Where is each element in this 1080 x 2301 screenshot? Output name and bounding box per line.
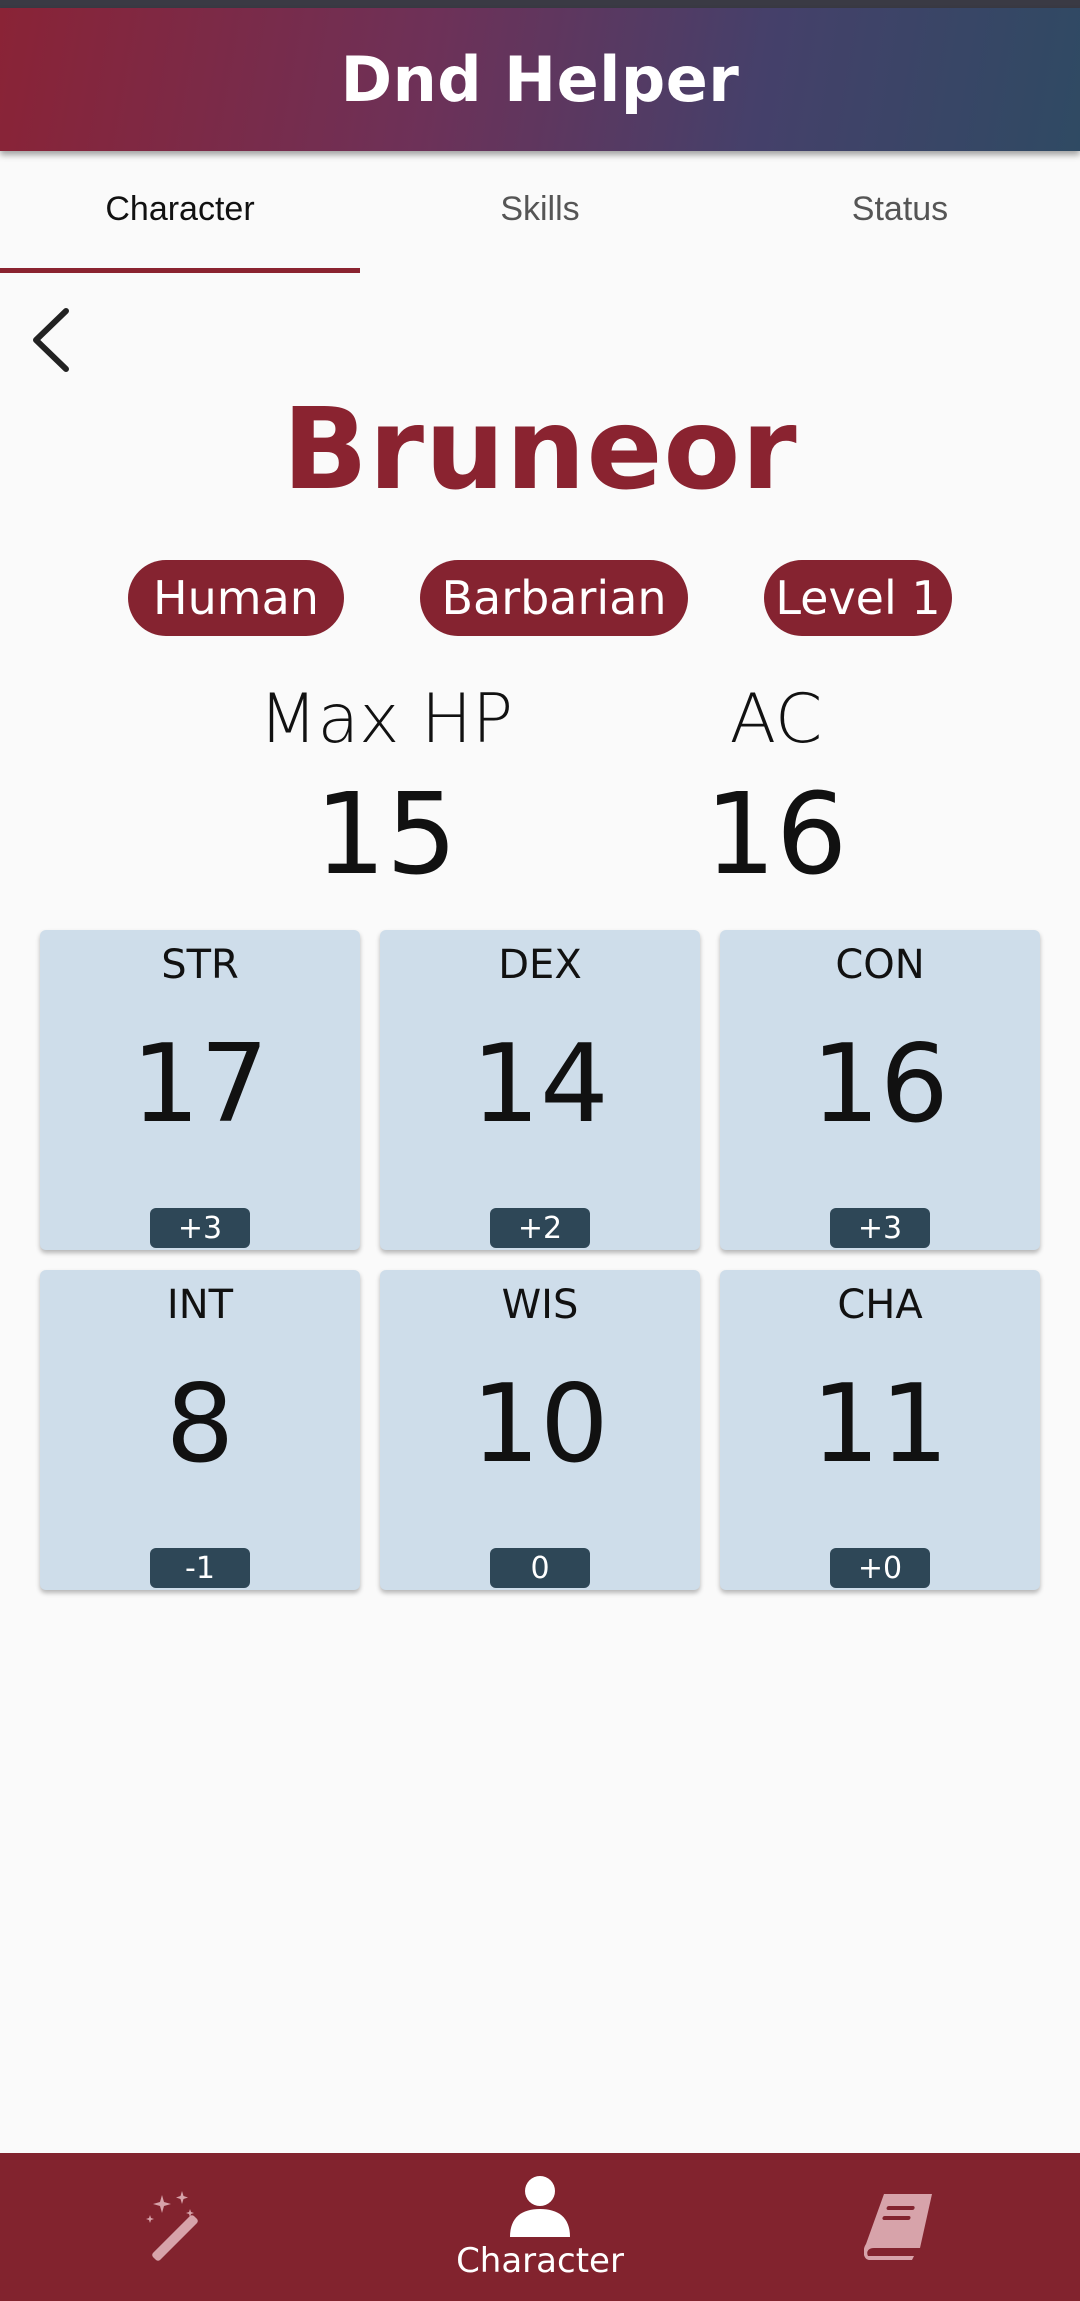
- ability-name: STR: [161, 942, 239, 988]
- race-chip: Human: [128, 560, 344, 636]
- ac-value: 16: [704, 770, 848, 900]
- chevron-left-icon: [33, 308, 69, 372]
- level-chip: Level 1: [764, 560, 952, 636]
- ability-score: 17: [131, 1022, 269, 1147]
- character-name: Bruneor: [282, 385, 798, 515]
- ability-card-dex[interactable]: DEX 14 +2: [380, 930, 700, 1250]
- tab-status[interactable]: Status: [720, 151, 1080, 273]
- tab-indicator: [0, 268, 360, 273]
- tab-character[interactable]: Character: [0, 151, 360, 273]
- book-icon: [864, 2194, 932, 2260]
- ability-card-int[interactable]: INT 8 -1: [40, 1270, 360, 1590]
- tab-skills-label: Skills: [500, 189, 580, 228]
- nav-item-journal[interactable]: [720, 2153, 1080, 2301]
- ability-name: CHA: [837, 1282, 923, 1328]
- ability-name: INT: [166, 1282, 234, 1328]
- ability-card-cha[interactable]: CHA 11 +0: [720, 1270, 1040, 1590]
- magic-wand-icon: [146, 2191, 198, 2261]
- nav-item-spells[interactable]: [0, 2153, 360, 2301]
- tab-status-label: Status: [851, 189, 949, 228]
- person-icon: [510, 2176, 570, 2237]
- status-strip: [0, 0, 1080, 8]
- max-hp-value: 15: [314, 770, 458, 900]
- bottom-navigation: Character: [0, 2153, 1080, 2301]
- ability-name: CON: [835, 942, 925, 988]
- ability-score: 10: [471, 1362, 609, 1487]
- ability-name: WIS: [501, 1282, 579, 1328]
- ability-modifier-badge: +2: [490, 1208, 590, 1248]
- ability-modifier-badge: 0: [490, 1548, 590, 1588]
- class-chip: Barbarian: [420, 560, 688, 636]
- ability-card-str[interactable]: STR 17 +3: [40, 930, 360, 1250]
- tab-character-label: Character: [105, 189, 255, 228]
- ability-name: DEX: [498, 942, 582, 988]
- nav-item-character[interactable]: Character: [360, 2153, 720, 2301]
- ability-score: 14: [471, 1022, 609, 1147]
- ability-modifier-badge: +0: [830, 1548, 930, 1588]
- app-bar: Dnd Helper: [0, 8, 1080, 151]
- ability-score: 8: [165, 1362, 235, 1487]
- tab-bar: Character Skills Status: [0, 151, 1080, 273]
- class-chip-label: Barbarian: [441, 571, 667, 625]
- app-title: Dnd Helper: [340, 43, 740, 116]
- ability-score: 11: [811, 1362, 949, 1487]
- max-hp-label: Max HP: [258, 680, 514, 759]
- back-button[interactable]: [20, 300, 80, 380]
- ac-label: AC: [729, 680, 823, 759]
- level-chip-label: Level 1: [775, 571, 941, 625]
- ability-modifier-badge: -1: [150, 1548, 250, 1588]
- ability-modifier-badge: +3: [830, 1208, 930, 1248]
- tab-skills[interactable]: Skills: [360, 151, 720, 273]
- nav-item-character-label: Character: [456, 2241, 624, 2281]
- ability-modifier-badge: +3: [150, 1208, 250, 1248]
- ability-card-wis[interactable]: WIS 10 0: [380, 1270, 700, 1590]
- ability-card-con[interactable]: CON 16 +3: [720, 930, 1040, 1250]
- race-chip-label: Human: [153, 571, 319, 625]
- ability-score: 16: [811, 1022, 949, 1147]
